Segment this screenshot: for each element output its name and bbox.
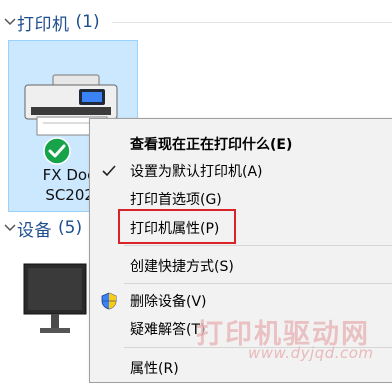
menu-separator — [124, 283, 392, 284]
uac-shield-icon — [101, 292, 117, 310]
annotation-highlight-box — [118, 209, 236, 244]
chevron-down-icon[interactable] — [3, 15, 17, 29]
group-title: 打印机 — [17, 14, 70, 35]
checkmark-icon — [102, 165, 116, 177]
menu-item-set-default[interactable]: 设置为默认打印机(A) — [90, 159, 392, 183]
menu-item-remove-device[interactable]: 删除设备(V) — [90, 289, 392, 313]
group-header-printers[interactable]: 打印机 (1) — [0, 8, 100, 36]
menu-separator — [124, 245, 392, 246]
menu-item-see-printing[interactable]: 查看现在正在打印什么(E) — [90, 132, 392, 156]
group-title: 设备 — [17, 220, 52, 241]
group-header-devices[interactable]: 设备 (5) — [0, 214, 82, 242]
default-printer-check-icon — [43, 137, 71, 165]
monitor-icon[interactable] — [22, 262, 88, 342]
watermark-url: www.dyjqd.com — [248, 344, 374, 362]
group-count: (5) — [58, 218, 83, 238]
group-divider — [112, 22, 392, 23]
menu-item-printing-preferences[interactable]: 打印首选项(G) — [90, 187, 392, 211]
group-count: (1) — [75, 12, 100, 32]
menu-item-create-shortcut[interactable]: 创建快捷方式(S) — [90, 254, 392, 278]
chevron-down-icon[interactable] — [3, 221, 17, 235]
